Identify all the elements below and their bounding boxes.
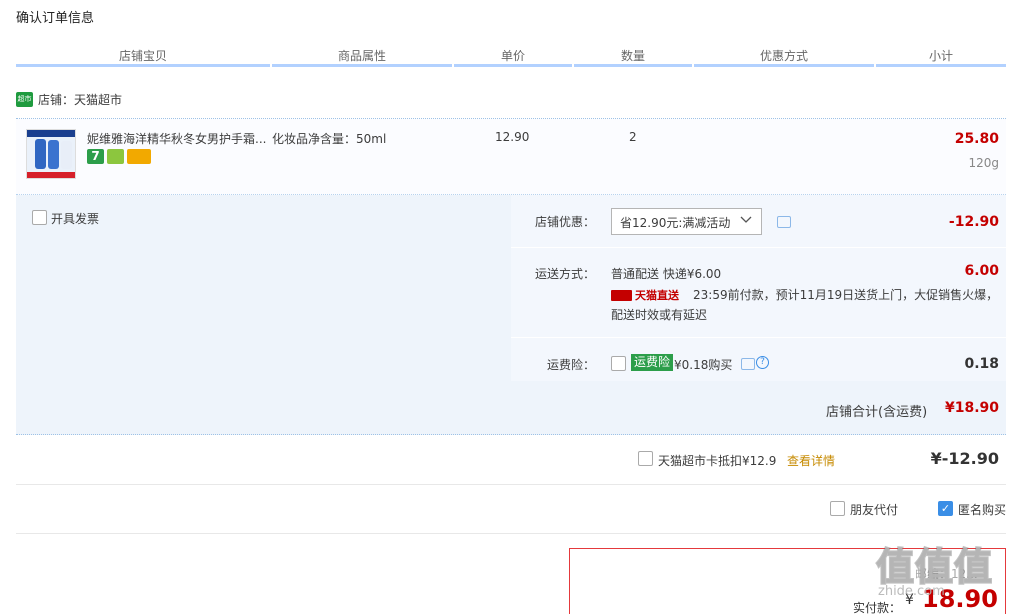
supermarket-icon: 超市 — [16, 92, 33, 107]
header-quantity: 数量 — [574, 45, 692, 67]
message-icon[interactable] — [777, 216, 791, 228]
product-attribute: 化妆品净含量：50ml — [272, 132, 387, 146]
shipping-method: 普通配送 快递¥6.00 — [611, 267, 722, 281]
unit-price: 12.90 — [495, 130, 530, 144]
chevron-down-icon[interactable] — [740, 214, 752, 227]
discount-amount: -12.90 — [948, 214, 999, 230]
store-line: 超市 店铺：天猫超市 — [16, 91, 122, 108]
discount-label: 店铺优惠： — [535, 215, 596, 229]
insurance-price: ¥0.18购买 — [674, 358, 733, 372]
store-total-label: 店铺合计(含运费) — [826, 405, 928, 420]
divider — [511, 337, 1006, 338]
card-deduct-checkbox[interactable] — [638, 451, 653, 466]
quantity: 2 — [629, 130, 637, 144]
header-store-item: 店铺宝贝 — [16, 45, 270, 67]
shipping-note: 23:59前付款，预计11月19日送货上门，大促销售火爆，配送时效或有延迟 — [611, 288, 999, 322]
watermark-logo: 值值值 — [875, 544, 994, 590]
header-unit-price: 单价 — [454, 45, 572, 67]
insurance-label: 运费险： — [547, 358, 596, 372]
card-deduct-amount: ¥-12.90 — [930, 449, 999, 468]
guarantee-icon[interactable] — [107, 149, 124, 164]
product-thumbnail[interactable] — [26, 129, 76, 179]
invoice-label[interactable]: 开具发票 — [51, 210, 99, 227]
insurance-tag: 运费险 — [631, 354, 674, 371]
item-weight: 120g — [968, 156, 999, 170]
shipping-label: 运送方式： — [535, 267, 596, 281]
insurance-amount: 0.18 — [964, 356, 999, 372]
watermark-url: zhide.com — [878, 584, 945, 599]
help-icon[interactable]: ? — [756, 356, 769, 369]
seven-day-return-icon[interactable]: 7 — [87, 149, 104, 164]
divider — [16, 533, 1006, 534]
friend-pay-label[interactable]: 朋友代付 — [850, 501, 898, 518]
header-discount: 优惠方式 — [694, 45, 874, 67]
product-name-link[interactable]: 妮维雅海洋精华秋冬女男护手霜... — [87, 130, 267, 147]
divider — [16, 484, 1006, 485]
divider — [511, 247, 1006, 248]
item-subtotal: 25.80 — [954, 131, 999, 147]
credit-card-icon[interactable] — [127, 149, 151, 164]
insurance-checkbox[interactable] — [611, 356, 626, 371]
message-icon[interactable] — [741, 358, 755, 370]
anonymous-label[interactable]: 匿名购买 — [958, 501, 1006, 518]
final-pay-label: 实付款： — [853, 601, 902, 614]
friend-pay-checkbox[interactable] — [830, 501, 845, 516]
page-title: 确认订单信息 — [16, 11, 95, 26]
store-total-amount: ¥18.90 — [944, 400, 999, 416]
header-attributes: 商品属性 — [272, 45, 452, 67]
view-details-link[interactable]: 查看详情 — [787, 452, 835, 469]
card-deduct-label[interactable]: 天猫超市卡抵扣¥12.9 — [658, 452, 776, 469]
store-name[interactable]: 店铺：天猫超市 — [38, 91, 122, 108]
shipping-amount: 6.00 — [964, 263, 999, 279]
invoice-checkbox[interactable] — [32, 210, 47, 225]
header-subtotal: 小计 — [876, 45, 1006, 67]
table-header: 店铺宝贝 商品属性 单价 数量 优惠方式 小计 — [16, 45, 1006, 67]
service-badges: 7 — [87, 149, 151, 164]
anonymous-checkbox[interactable]: ✓ — [938, 501, 953, 516]
